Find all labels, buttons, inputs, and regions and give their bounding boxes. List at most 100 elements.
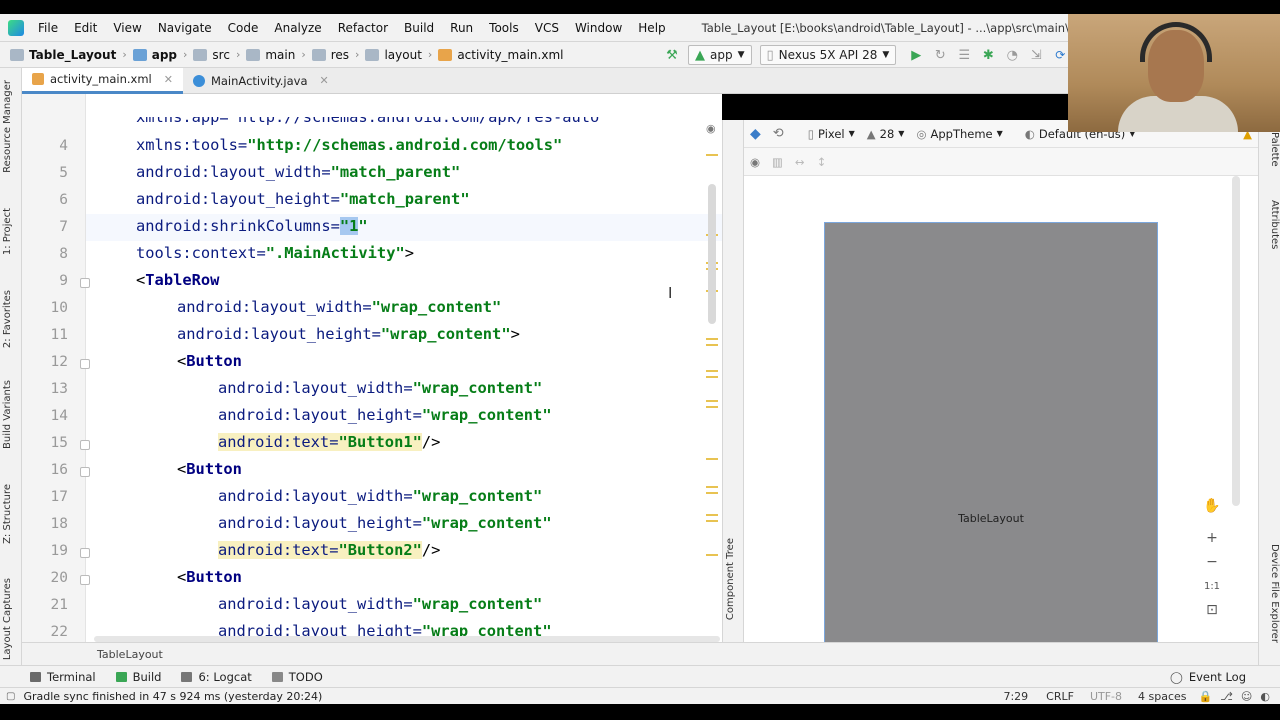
crumb-app[interactable]: app [129,48,181,62]
tool-logcat[interactable]: 6: Logcat [171,670,261,684]
device-dropdown[interactable]: ▯ Pixel ▼ [802,127,861,141]
line-separator[interactable]: CRLF [1038,690,1082,703]
crumb-separator: › [235,48,241,61]
logcat-icon [181,671,193,682]
tool-layout-captures[interactable]: Layout Captures [2,578,20,660]
orientation-button[interactable]: ⟲ [767,126,790,141]
api-dropdown[interactable]: ▲ 28 ▼ [861,127,911,141]
attach-debugger-button[interactable]: ⇲ [1024,45,1048,65]
notifications-icon[interactable]: ◐ [1256,690,1280,703]
menu-file[interactable]: File [30,21,66,35]
fold-marker[interactable] [80,575,90,585]
crumb-activity-main[interactable]: activity_main.xml [434,48,567,62]
git-icon[interactable]: ⎇ [1216,690,1237,703]
crumb-src[interactable]: src [189,48,234,62]
close-icon[interactable]: ✕ [164,73,173,86]
apply-changes-button[interactable]: ↻ [928,45,952,65]
memory-icon[interactable]: ☺ [1237,690,1256,703]
tool-palette[interactable]: Palette [1262,132,1280,167]
indent-setting[interactable]: 4 spaces [1130,690,1195,703]
tab-main-activity-java[interactable]: MainActivity.java ✕ [183,68,339,94]
tool-structure[interactable]: Z: Structure [2,484,20,544]
select-design-surface-button[interactable]: ◆ [744,126,767,142]
theme-dropdown[interactable]: ◎ AppTheme ▼ [910,127,1008,141]
zoom-out-button[interactable]: − [1198,550,1226,574]
profile-button[interactable]: ◔ [1000,45,1024,65]
fold-marker[interactable] [80,278,90,288]
tool-todo[interactable]: TODO [262,670,333,684]
tool-favorites[interactable]: 2: Favorites [2,290,20,348]
crumb-separator: › [301,48,306,61]
chevron-down-icon: ▼ [898,129,905,138]
android-studio-logo-icon [8,19,24,36]
run-config-selector[interactable]: ▲ app ▼ [688,45,752,65]
tool-attributes[interactable]: Attributes [1262,200,1280,249]
play-icon: ▶ [911,47,922,63]
code-line-16: <Button [177,460,242,478]
zoom-in-button[interactable]: + [1198,526,1226,550]
tab-activity-main[interactable]: activity_main.xml ✕ [22,67,183,94]
device-selector[interactable]: ▯ Nexus 5X API 28 ▼ [759,45,897,65]
debug-button[interactable]: ✱ [976,45,1000,65]
editor-vertical-scrollbar[interactable] [708,184,716,324]
expand-vertical-button[interactable]: ↕ [811,155,833,169]
tool-build-variants[interactable]: Build Variants [2,380,20,449]
canvas-layout-label: TableLayout [958,512,1024,525]
crumb-main[interactable]: main [242,48,299,62]
tool-build[interactable]: Build [106,670,172,684]
zoom-fit-button[interactable]: ⊡ [1198,598,1226,622]
crumb-res[interactable]: res [308,48,353,62]
menu-window[interactable]: Window [567,21,630,35]
design-vertical-scrollbar[interactable] [1232,176,1240,506]
line-number: 15 [50,435,68,451]
crumb-separator: › [355,48,360,61]
zoom-actual-size-button[interactable]: 1:1 [1198,574,1226,598]
menu-code[interactable]: Code [220,21,267,35]
constraints-button[interactable]: ▥ [766,155,789,169]
run-button[interactable]: ▶ [904,45,928,65]
view-options-button[interactable]: ◉ [744,155,766,169]
menu-build[interactable]: Build [396,21,442,35]
expand-horizontal-button[interactable]: ↔ [789,155,811,169]
crumb-layout[interactable]: layout [361,48,425,62]
device-preview-canvas[interactable] [824,222,1158,644]
caret-position[interactable]: 7:29 [993,690,1038,703]
line-number: 9 [59,273,68,289]
xml-breadcrumb-bar: TableLayout [22,642,1258,665]
fold-marker[interactable] [80,548,90,558]
xml-breadcrumb-item[interactable]: TableLayout [97,648,163,661]
menu-navigate[interactable]: Navigate [150,21,220,35]
device-label: Pixel [818,126,845,141]
phone-icon: ▯ [807,126,815,141]
menu-view[interactable]: View [105,21,149,35]
stripe-mark [706,154,718,156]
tool-project[interactable]: 1: Project [2,208,20,255]
close-icon[interactable]: ✕ [320,74,329,87]
code-editor[interactable]: xmlns:app="http://schemas.android.com/ap… [22,94,722,642]
status-message[interactable]: Gradle sync finished in 47 s 924 ms (yes… [23,690,322,703]
hammer-icon[interactable]: ⚒ [662,45,682,65]
toggle-tool-windows-icon[interactable]: ▢ [6,691,15,702]
file-encoding[interactable]: UTF-8 [1082,690,1130,703]
module-icon [132,48,147,61]
menu-edit[interactable]: Edit [66,21,105,35]
fold-marker[interactable] [80,440,90,450]
tool-resource-manager[interactable]: Resource Manager [2,80,20,173]
menu-refactor[interactable]: Refactor [330,21,396,35]
apply-code-changes-button[interactable]: ☰ [952,45,976,65]
tool-device-file-explorer[interactable]: Device File Explorer [1262,544,1280,643]
menu-vcs[interactable]: VCS [527,21,567,35]
tool-terminal[interactable]: Terminal [20,670,106,684]
lock-icon[interactable]: 🔒 [1195,690,1217,703]
crumb-project[interactable]: Table_Layout [6,48,120,62]
menu-help[interactable]: Help [630,21,673,35]
menu-run[interactable]: Run [442,21,481,35]
fold-marker[interactable] [80,359,90,369]
tool-event-log[interactable]: ◯ Event Log [1160,670,1256,684]
tool-component-tree[interactable]: Component Tree [725,538,743,620]
menu-analyze[interactable]: Analyze [266,21,329,35]
menu-tools[interactable]: Tools [481,21,527,35]
fold-marker[interactable] [80,467,90,477]
pan-button[interactable]: ✋ [1198,494,1226,518]
code-line-8: tools:context=".MainActivity"> [136,244,415,262]
